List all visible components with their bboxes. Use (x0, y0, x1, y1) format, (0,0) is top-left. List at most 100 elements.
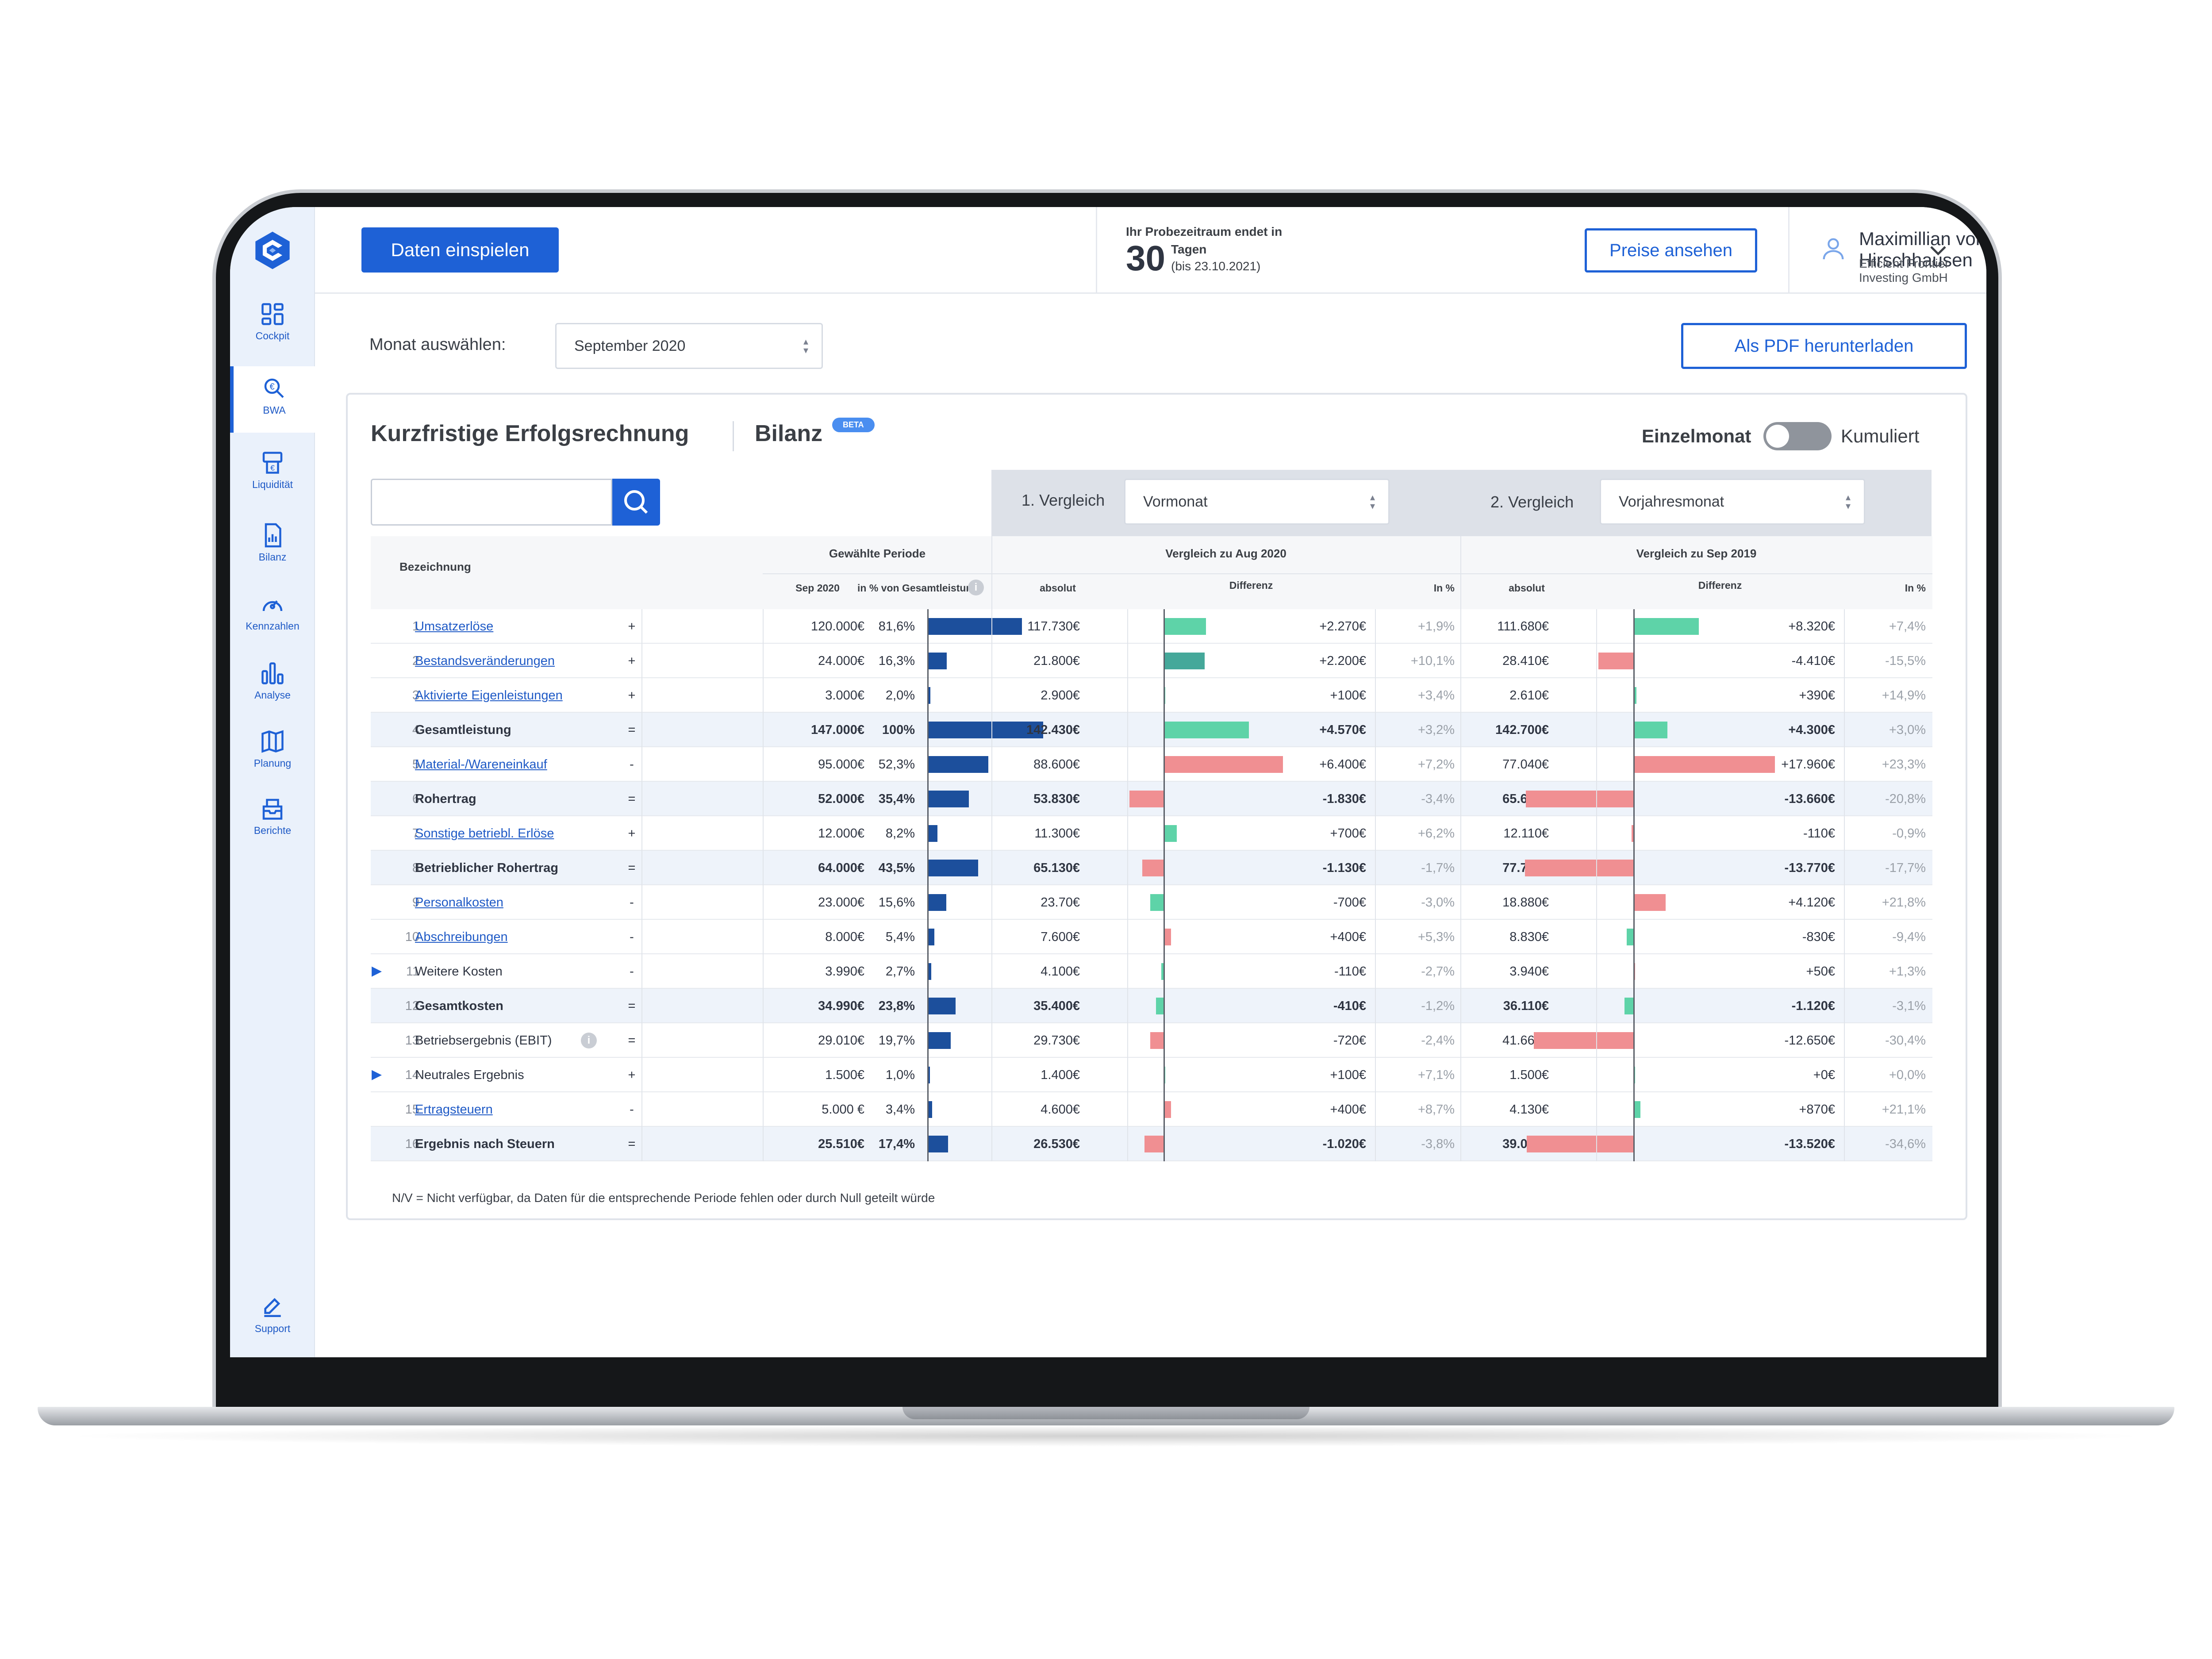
row-number: 14 (405, 1068, 419, 1082)
month-select-value: September 2020 (574, 337, 686, 354)
row-number: 13 (405, 1033, 419, 1048)
search-button[interactable] (612, 479, 660, 526)
search-input[interactable] (371, 479, 612, 526)
share-value: 2,7% (885, 964, 915, 979)
cumulative-toggle[interactable] (1763, 422, 1832, 450)
cmp2-difference: -4.410€ (1791, 654, 1835, 668)
row-name[interactable]: Material-/Wareneinkauf (415, 747, 547, 782)
share-bar (928, 860, 979, 876)
row-name[interactable]: Sonstige betriebl. Erlöse (415, 816, 554, 851)
share-bar (928, 894, 946, 911)
chevron-down-icon[interactable] (1928, 242, 1949, 259)
comparison-1-label: 1. Vergleich (1022, 491, 1105, 509)
comparison-2-select[interactable]: Vorjahresmonat ▴ ▾ (1600, 479, 1865, 525)
info-icon[interactable]: i (968, 580, 984, 595)
import-data-button[interactable]: Daten einspielen (361, 227, 559, 273)
row-name[interactable]: Personalkosten (415, 885, 503, 920)
sidebar-item-analyse[interactable]: Analyse (230, 651, 315, 718)
cmp1-difference: +6.400€ (1319, 757, 1366, 772)
sidebar: Cockpit € BWA € Liquidität Bilanz Kennzahlen An… (230, 207, 315, 1357)
share-bar (928, 963, 932, 980)
row-number: 9 (412, 895, 419, 910)
row-name[interactable]: Abschreibungen (415, 920, 508, 954)
tab-erfolgsrechnung[interactable]: Kurzfristige Erfolgsrechnung (371, 420, 689, 447)
row-number: 12 (405, 999, 419, 1013)
row-operator: = (628, 861, 636, 875)
cmp1-percent: +1,9% (1417, 619, 1455, 634)
cmp1-percent: +7,1% (1417, 1068, 1455, 1082)
cmp2-percent: -30,4% (1885, 1033, 1926, 1048)
row-name: Betrieblicher Rohertrag (415, 861, 558, 875)
toggle-label-single: Einzelmonat (1642, 426, 1751, 446)
row-name[interactable]: Bestandsveränderungen (415, 644, 555, 678)
sidebar-item-label: Kennzahlen (246, 620, 300, 632)
row-number: 7 (412, 826, 419, 841)
cmp2-percent: -0,9% (1892, 826, 1926, 841)
table-row: 3 Aktivierte Eigenleistungen +3.000€ 2,0% 2.… (371, 678, 1932, 713)
cmp2-percent: +0,0% (1889, 1068, 1926, 1082)
info-icon[interactable]: i (581, 1033, 597, 1048)
sidebar-item-bilanz[interactable]: Bilanz (230, 513, 315, 580)
row-operator: + (628, 688, 636, 703)
cmp2-diff-bar (1533, 1032, 1633, 1049)
comparison-1-select[interactable]: Vormonat ▴ ▾ (1124, 479, 1390, 525)
comparison-1-panel: 1. Vergleich Vormonat ▴ ▾ (991, 470, 1460, 536)
period-value: 52.000€ (818, 792, 864, 806)
view-prices-button[interactable]: Preise ansehen (1585, 228, 1757, 273)
cmp2-difference: +0€ (1813, 1068, 1835, 1082)
expand-arrow-icon[interactable]: ▶ (372, 1067, 382, 1082)
reports-icon (262, 799, 283, 820)
cmp1-difference: +700€ (1330, 826, 1366, 841)
sidebar-item-support[interactable]: Support (230, 1286, 315, 1353)
bar-axis (927, 609, 929, 1161)
app-logo-icon[interactable] (252, 230, 293, 271)
period-value: 29.010€ (818, 1033, 864, 1048)
row-operator: - (630, 964, 634, 979)
sidebar-item-kennzahlen[interactable]: Kennzahlen (230, 582, 315, 649)
expand-arrow-icon[interactable]: ▶ (372, 963, 382, 979)
row-operator: - (630, 757, 634, 772)
sidebar-item-berichte[interactable]: Berichte (230, 787, 315, 853)
share-bar (928, 929, 935, 945)
row-operator: = (628, 792, 636, 806)
pen-icon (264, 1298, 281, 1317)
sidebar-item-label: Cockpit (255, 330, 290, 342)
column-divider (1127, 609, 1128, 1161)
column-divider (1375, 609, 1376, 1161)
tab-bilanz[interactable]: Bilanz (755, 420, 822, 447)
share-bar (928, 653, 947, 669)
sidebar-item-liquidität[interactable]: € Liquidität (230, 441, 315, 507)
month-select[interactable]: September 2020 ▴ ▾ (555, 323, 823, 369)
row-name[interactable]: Aktivierte Eigenleistungen (415, 678, 563, 713)
row-name[interactable]: Ertragsteuern (415, 1092, 493, 1127)
sidebar-item-cockpit[interactable]: Cockpit (230, 292, 315, 358)
trial-date: (bis 23.10.2021) (1171, 259, 1261, 273)
download-pdf-button[interactable]: Als PDF herunterladen (1681, 323, 1967, 369)
period-value: 3.000€ (825, 688, 864, 703)
cmp1-percent: -1,2% (1421, 999, 1455, 1013)
top-bar: Daten einspielen Ihr Probezeitraum endet… (315, 207, 1986, 294)
row-number: 5 (412, 757, 419, 772)
cmp2-percent: +14,9% (1882, 688, 1926, 703)
cmp1-absolute: 21.800€ (1033, 654, 1080, 668)
cmp1-absolute: 11.300€ (1034, 826, 1080, 841)
sidebar-item-bwa[interactable]: € BWA (230, 366, 315, 433)
row-number: 1 (412, 619, 419, 634)
share-value: 81,6% (878, 619, 915, 634)
trial-unit: Tagen (1171, 242, 1207, 256)
sub-header-share: in % von Gesamtleistung (857, 582, 979, 594)
table-row: 2 Bestandsveränderungen +24.000€ 16,3% 21.80… (371, 644, 1932, 678)
table-row: 10 Abschreibungen - 8.000€ 5,4% 7.600€ +400€ +5… (371, 920, 1932, 954)
share-value: 3,4% (885, 1102, 915, 1117)
sidebar-item-label: Planung (253, 757, 292, 769)
row-name[interactable]: Umsatzerlöse (415, 609, 493, 644)
sub-header-abs1: absolut (1040, 582, 1076, 594)
cmp2-absolute: 2.610€ (1509, 688, 1549, 703)
sidebar-item-label: BWA (263, 404, 286, 416)
gauge-icon (262, 600, 283, 611)
cmp2-diff-bar (1624, 998, 1633, 1014)
cmp1-difference: +400€ (1330, 930, 1366, 944)
sidebar-item-label: Analyse (254, 689, 291, 701)
comparison-2-label: 2. Vergleich (1490, 493, 1574, 511)
sidebar-item-planung[interactable]: Planung (230, 719, 315, 786)
